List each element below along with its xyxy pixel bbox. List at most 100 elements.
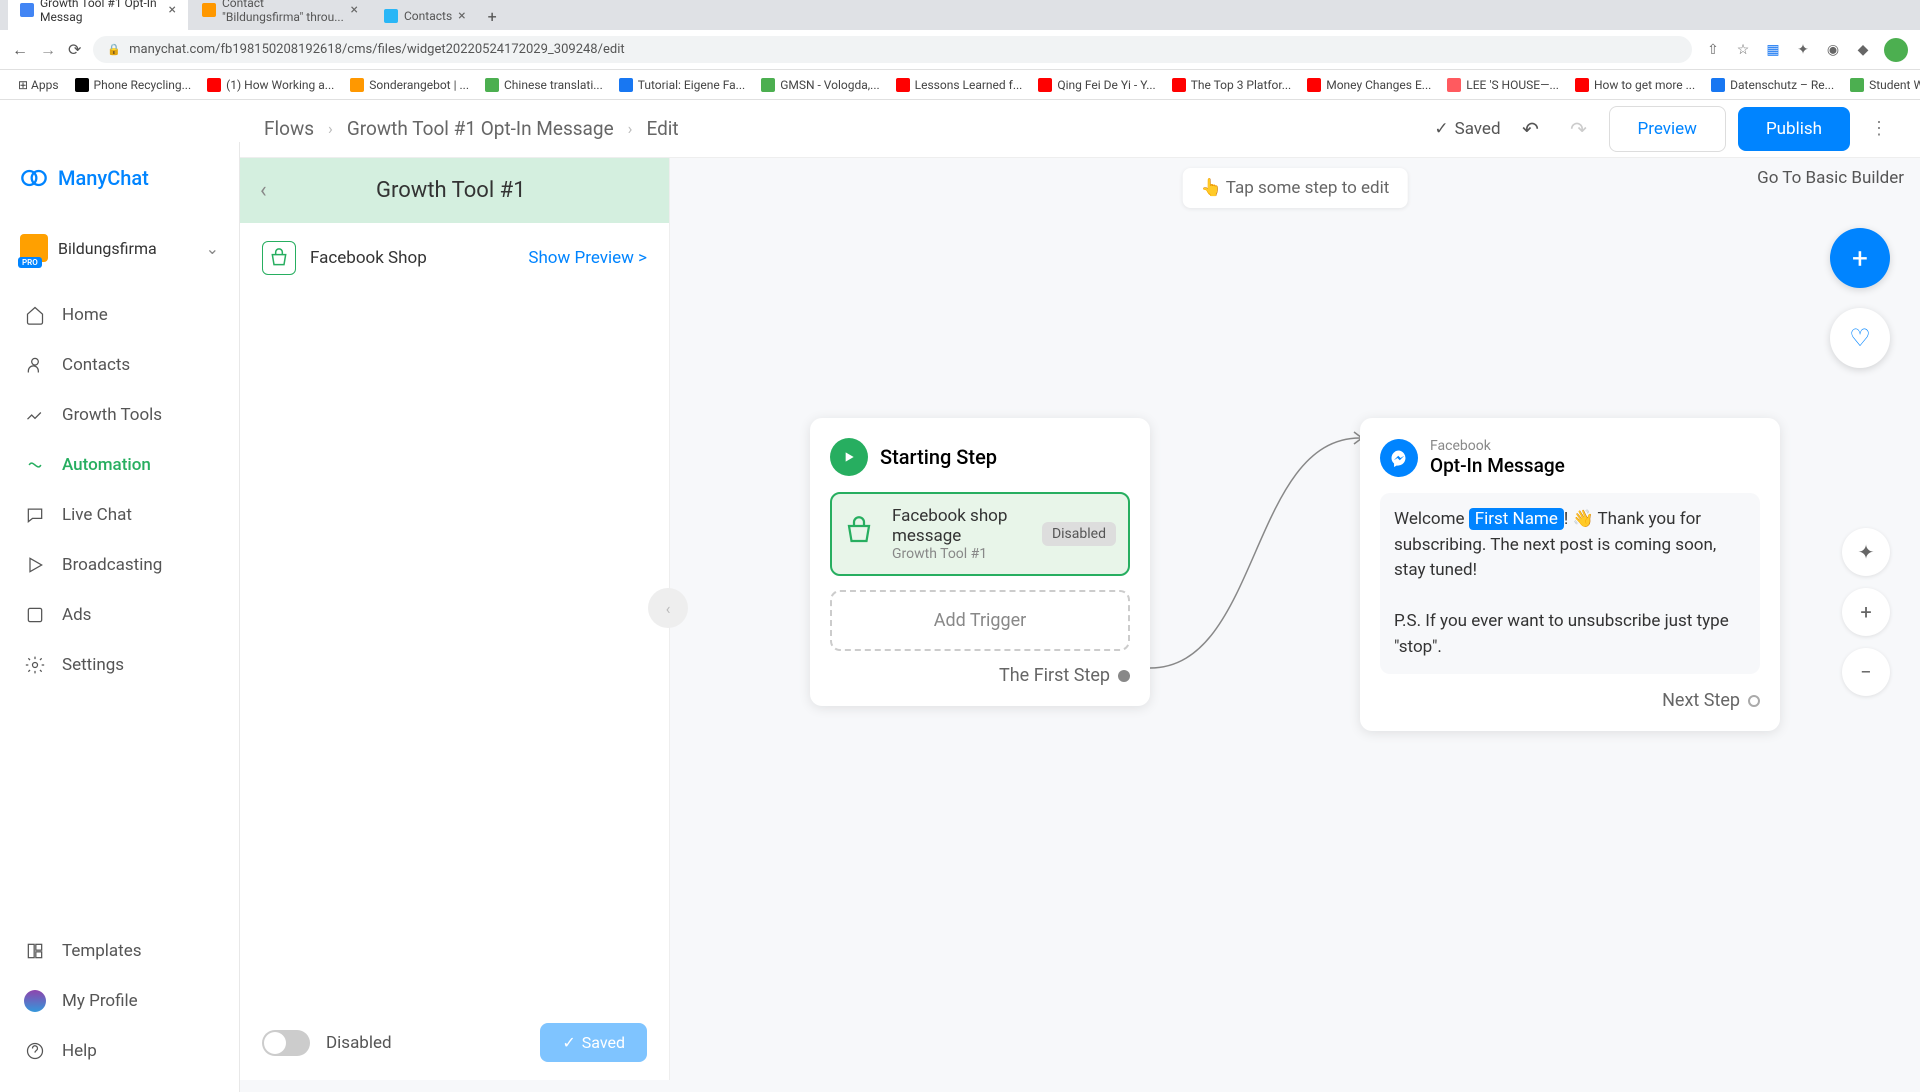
reload-icon[interactable]: ⟳ xyxy=(68,40,81,59)
msg-text: Welcome xyxy=(1394,509,1469,529)
breadcrumb-flow[interactable]: Growth Tool #1 Opt-In Message xyxy=(347,117,614,140)
saved-button[interactable]: ✓Saved xyxy=(540,1023,647,1062)
nav-help[interactable]: Help xyxy=(0,1026,239,1076)
zoom-in-button[interactable]: + xyxy=(1842,588,1890,636)
nav-broadcasting[interactable]: Broadcasting xyxy=(0,540,239,590)
publish-button[interactable]: Publish xyxy=(1738,107,1850,151)
next-step-port[interactable]: Next Step xyxy=(1380,690,1760,711)
fb-icon[interactable]: ▦ xyxy=(1764,41,1782,59)
tab-title: Contacts xyxy=(404,9,452,23)
collapse-panel-button[interactable]: ‹ xyxy=(648,588,688,628)
side-panel: ‹ Growth Tool #1 Facebook Shop Show Prev… xyxy=(240,158,670,1080)
bookmark-item[interactable]: LEE 'S HOUSE—... xyxy=(1441,75,1565,95)
nav-automation[interactable]: Automation xyxy=(0,440,239,490)
basic-builder-link[interactable]: Go To Basic Builder xyxy=(1757,168,1904,188)
bookmark-item[interactable]: The Top 3 Platfor... xyxy=(1166,75,1298,95)
close-icon[interactable]: × xyxy=(169,2,176,18)
trigger-item[interactable]: Facebook shop message Growth Tool #1 Dis… xyxy=(830,492,1130,576)
bookmark-item[interactable]: Lessons Learned f... xyxy=(890,75,1029,95)
saved-label: Saved xyxy=(1455,119,1501,139)
bookmark-item[interactable]: How to get more ... xyxy=(1569,75,1701,95)
bookmark-item[interactable]: Qing Fei De Yi - Y... xyxy=(1032,75,1161,95)
extension-icon[interactable]: ◆ xyxy=(1854,41,1872,59)
output-port[interactable] xyxy=(1748,695,1760,707)
nav-templates[interactable]: Templates xyxy=(0,926,239,976)
workspace-name: Bildungsfirma xyxy=(58,239,196,258)
undo-button[interactable]: ↶ xyxy=(1513,111,1549,147)
source-row[interactable]: Facebook Shop Show Preview > xyxy=(240,223,669,293)
more-icon[interactable]: ⋮ xyxy=(1862,118,1896,139)
extension-icon[interactable]: ◉ xyxy=(1824,41,1842,59)
breadcrumb-edit: Edit xyxy=(646,117,678,140)
nav-label: Live Chat xyxy=(62,505,132,525)
nav-label: Home xyxy=(62,305,108,325)
check-icon: ✓ xyxy=(1434,119,1448,139)
bookmark-item[interactable]: Phone Recycling... xyxy=(69,75,198,95)
bookmark-item[interactable]: GMSN - Vologda,... xyxy=(755,75,885,95)
back-icon[interactable]: ← xyxy=(12,40,28,60)
extension-icon[interactable]: ✦ xyxy=(1794,41,1812,59)
variable-chip: First Name xyxy=(1469,508,1564,530)
toggle-label: Disabled xyxy=(326,1033,524,1053)
add-trigger-button[interactable]: Add Trigger xyxy=(830,590,1130,651)
broadcast-icon xyxy=(24,554,46,576)
forward-icon[interactable]: → xyxy=(40,40,56,60)
breadcrumb-flows[interactable]: Flows xyxy=(264,117,314,140)
nav-label: My Profile xyxy=(62,991,138,1011)
close-icon[interactable]: × xyxy=(351,2,358,18)
flow-canvas[interactable]: 👆 Tap some step to edit Go To Basic Buil… xyxy=(670,158,1920,1080)
profile-avatar[interactable] xyxy=(1884,38,1908,62)
preview-button[interactable]: Preview xyxy=(1609,106,1726,152)
saved-label: Saved xyxy=(582,1033,625,1052)
nav-home[interactable]: Home xyxy=(0,290,239,340)
messenger-icon xyxy=(1380,439,1418,477)
auto-layout-button[interactable]: ✦ xyxy=(1842,528,1890,576)
channel-label: Facebook xyxy=(1430,438,1565,454)
nav-label: Broadcasting xyxy=(62,555,162,575)
share-icon[interactable]: ⇧ xyxy=(1704,41,1722,59)
nav-growth-tools[interactable]: Growth Tools xyxy=(0,390,239,440)
nav-livechat[interactable]: Live Chat xyxy=(0,490,239,540)
bookmark-item[interactable]: Sonderangebot | ... xyxy=(344,75,475,95)
browser-tab[interactable]: Contacts × xyxy=(372,2,478,30)
nav-ads[interactable]: Ads xyxy=(0,590,239,640)
tab-title: Growth Tool #1 Opt-In Messag xyxy=(40,0,163,24)
nav-contacts[interactable]: Contacts xyxy=(0,340,239,390)
star-icon[interactable]: ☆ xyxy=(1734,41,1752,59)
close-icon[interactable]: × xyxy=(458,8,465,24)
disabled-badge: Disabled xyxy=(1042,522,1116,546)
favorite-button[interactable]: ♡ xyxy=(1830,308,1890,368)
trigger-subtitle: Growth Tool #1 xyxy=(892,546,1030,562)
nav-settings[interactable]: Settings xyxy=(0,640,239,690)
add-step-button[interactable]: + xyxy=(1830,228,1890,288)
first-step-port[interactable]: The First Step xyxy=(830,665,1130,686)
enable-toggle[interactable] xyxy=(262,1030,310,1056)
bookmark-item[interactable]: Datenschutz – Re... xyxy=(1705,75,1840,95)
panel-footer: Disabled ✓Saved xyxy=(240,1005,669,1080)
output-port[interactable] xyxy=(1118,670,1130,682)
optin-message-node[interactable]: Facebook Opt-In Message Welcome First Na… xyxy=(1360,418,1780,731)
browser-tab[interactable]: Contact "Bildungsfirma" throu...× xyxy=(190,0,370,30)
new-tab-button[interactable]: + xyxy=(480,3,505,30)
trigger-title: Facebook shop message xyxy=(892,506,1030,546)
shop-icon xyxy=(844,516,880,552)
bookmark-item[interactable]: Chinese translati... xyxy=(479,75,609,95)
url-bar[interactable]: 🔒manychat.com/fb198150208192618/cms/file… xyxy=(93,36,1692,63)
zoom-out-button[interactable]: − xyxy=(1842,648,1890,696)
msg-text: P.S. If you ever want to unsubscribe jus… xyxy=(1394,611,1729,657)
shop-icon xyxy=(262,241,296,275)
nav-label: Growth Tools xyxy=(62,405,162,425)
bookmark-item[interactable]: Tutorial: Eigene Fa... xyxy=(613,75,751,95)
brand-logo[interactable]: ManyChat xyxy=(0,142,239,214)
apps-button[interactable]: ⊞ Apps xyxy=(12,75,65,95)
bookmark-item[interactable]: Money Changes E... xyxy=(1301,75,1437,95)
starting-step-node[interactable]: Starting Step Facebook shop message Grow… xyxy=(810,418,1150,706)
back-icon[interactable]: ‹ xyxy=(260,178,267,203)
show-preview-link[interactable]: Show Preview > xyxy=(528,248,647,268)
browser-tab-active[interactable]: Growth Tool #1 Opt-In Messag × xyxy=(8,0,188,30)
bookmark-item[interactable]: (1) How Working a... xyxy=(201,75,340,95)
bookmark-item[interactable]: Student Wants an... xyxy=(1844,75,1920,95)
nav-profile[interactable]: My Profile xyxy=(0,976,239,1026)
redo-button[interactable]: ↷ xyxy=(1561,111,1597,147)
workspace-selector[interactable]: PRO Bildungsfirma ⌄ xyxy=(0,222,239,274)
